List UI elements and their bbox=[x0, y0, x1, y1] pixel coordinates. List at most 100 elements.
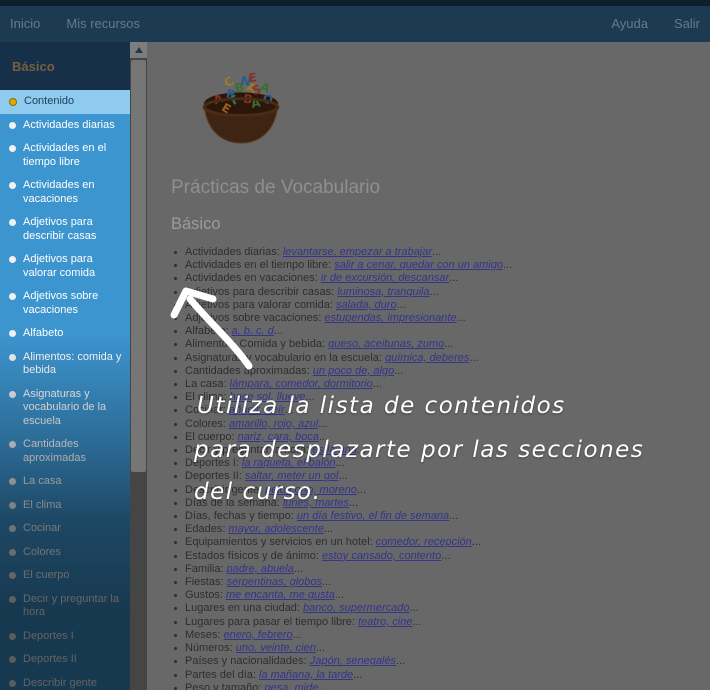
vocab-topic-row: Países y nacionalidades: Japón, senegalé… bbox=[171, 655, 700, 668]
topic-example-links[interactable]: ir de excursión, descansar bbox=[321, 272, 449, 284]
sidebar-item-cantidades-aproximadas[interactable]: Cantidades aproximadas bbox=[0, 433, 130, 470]
topic-example-links[interactable]: lámpara, comedor, dormitorio bbox=[230, 378, 373, 390]
topic-example-links[interactable]: banco, supermercado bbox=[303, 602, 409, 614]
vocabulary-topic-list: Actividades diarias: levantarse, empezar… bbox=[171, 246, 700, 690]
sidebar-item-cocinar[interactable]: Cocinar bbox=[0, 517, 130, 541]
vocab-topic-row: Asignaturas y vocabulario en la escuela:… bbox=[171, 352, 700, 365]
topic-example-links[interactable]: amarillo, rojo, azul bbox=[229, 418, 318, 430]
topic-label: Estados físicos y de ánimo bbox=[185, 550, 316, 562]
vocab-topic-row: Actividades en el tiempo libre: salir a … bbox=[171, 259, 700, 272]
topic-example-links[interactable]: pesa, mide bbox=[265, 682, 319, 690]
nav-item: Ayuda bbox=[611, 15, 648, 33]
topic-example-links[interactable]: estupendas, impresionante bbox=[324, 312, 456, 324]
topic-example-links[interactable]: química, deberes bbox=[385, 352, 469, 364]
bullet-icon bbox=[9, 572, 16, 579]
topic-example-links[interactable]: teatro, cine bbox=[358, 616, 412, 628]
topic-example-links[interactable]: levantarse, empezar a trabajar bbox=[283, 246, 432, 258]
topic-ellipsis: ... bbox=[373, 378, 382, 390]
scrollbar-thumb[interactable] bbox=[131, 60, 146, 472]
topic-label: Actividades en el tiempo libre bbox=[185, 259, 328, 271]
topic-example-links[interactable]: comedor, recepción bbox=[376, 536, 472, 548]
topic-example-links[interactable]: serpentinas, globos bbox=[227, 576, 322, 588]
topic-label: Edades bbox=[185, 523, 222, 535]
topic-ellipsis: ... bbox=[294, 563, 303, 575]
vocab-topic-row: Números: uno, veinte, cien... bbox=[171, 642, 700, 655]
vocab-topic-row: Estados físicos y de ánimo: estoy cansad… bbox=[171, 550, 700, 563]
sidebar-item-label: Actividades diarias bbox=[23, 119, 115, 133]
topic-ellipsis: ... bbox=[449, 510, 458, 522]
topic-example-links[interactable]: padre, abuela bbox=[227, 563, 294, 575]
topic-label: Lugares para pasar el tiempo libre bbox=[185, 616, 352, 628]
sidebar-item-label: Alimentos: comida y bebida bbox=[23, 351, 124, 378]
topic-example-links[interactable]: un día festivo, el fin de semana bbox=[297, 510, 449, 522]
topic-ellipsis: ... bbox=[335, 589, 344, 601]
nav-link-ayuda[interactable]: Ayuda bbox=[611, 16, 648, 31]
sidebar-item-deportes-ii[interactable]: Deportes II bbox=[0, 648, 130, 672]
sidebar-item-contenido[interactable]: Contenido bbox=[0, 90, 130, 114]
topic-label: Adjetivos para describir casas bbox=[185, 286, 331, 298]
sidebar-item-alimentos-comida-y-bebida[interactable]: Alimentos: comida y bebida bbox=[0, 346, 130, 383]
topic-ellipsis: ... bbox=[430, 286, 439, 298]
sidebar-item-el-clima[interactable]: El clima bbox=[0, 494, 130, 518]
topic-ellipsis: ... bbox=[394, 365, 403, 377]
topic-example-links[interactable]: a, b, c, d bbox=[232, 325, 274, 337]
topic-label: Números bbox=[185, 642, 230, 654]
svg-text:E: E bbox=[248, 70, 258, 85]
sidebar-item-asignaturas-y-vocabulario-de-la-escuela[interactable]: Asignaturas y vocabulario de la escuela bbox=[0, 383, 130, 434]
sidebar-item-la-casa[interactable]: La casa bbox=[0, 470, 130, 494]
vocab-topic-row: Lugares para pasar el tiempo libre: teat… bbox=[171, 616, 700, 629]
sidebar-item-alfabeto[interactable]: Alfabeto bbox=[0, 322, 130, 346]
topic-example-links[interactable]: un poco de, algo bbox=[313, 365, 394, 377]
sidebar-item-el-cuerpo[interactable]: El cuerpo bbox=[0, 564, 130, 588]
sidebar-item-label: Describir gente bbox=[23, 677, 97, 690]
vocab-topic-row: Cantidades aproximadas: un poco de, algo… bbox=[171, 365, 700, 378]
vocab-topic-row: Fiestas: serpentinas, globos... bbox=[171, 576, 700, 589]
sidebar-item-label: Deportes II bbox=[23, 653, 77, 667]
topic-ellipsis: ... bbox=[349, 497, 358, 509]
topic-example-links[interactable]: queso, aceitunas, zumo bbox=[328, 338, 444, 350]
sidebar-item-colores[interactable]: Colores bbox=[0, 541, 130, 565]
bullet-icon bbox=[9, 478, 16, 485]
vocab-topic-row: Actividades diarias: levantarse, empezar… bbox=[171, 246, 700, 259]
sidebar-item-describir-gente[interactable]: Describir gente bbox=[0, 672, 130, 690]
nav-link-inicio[interactable]: Inicio bbox=[10, 16, 40, 31]
tutorial-text-line-2: para desplazarte por las secciones bbox=[194, 437, 644, 463]
topic-ellipsis: ... bbox=[472, 536, 481, 548]
scrollbar-up-button[interactable] bbox=[130, 42, 147, 58]
topic-example-links[interactable]: uno, veinte, cien bbox=[236, 642, 316, 654]
nav-link-mis-recursos[interactable]: Mis recursos bbox=[66, 16, 140, 31]
sidebar-item-adjetivos-sobre-vacaciones[interactable]: Adjetivos sobre vacaciones bbox=[0, 285, 130, 322]
topic-ellipsis: ... bbox=[469, 352, 478, 364]
topic-ellipsis: ... bbox=[274, 325, 283, 337]
topic-ellipsis: ... bbox=[432, 246, 441, 258]
sidebar-scrollbar[interactable] bbox=[130, 42, 147, 690]
vocab-topic-row: Meses: enero, febrero... bbox=[171, 629, 700, 642]
vocab-topic-row: Lugares en una ciudad: banco, supermerca… bbox=[171, 602, 700, 615]
sidebar-item-adjetivos-para-valorar-comida[interactable]: Adjetivos para valorar comida bbox=[0, 248, 130, 285]
bullet-icon bbox=[9, 391, 16, 398]
topic-ellipsis: ... bbox=[457, 312, 466, 324]
bullet-icon bbox=[9, 549, 16, 556]
sidebar-item-actividades-en-el-tiempo-libre[interactable]: Actividades en el tiempo libre bbox=[0, 137, 130, 174]
sidebar-item-actividades-diarias[interactable]: Actividades diarias bbox=[0, 114, 130, 138]
vocab-topic-row: Adjetivos para valorar comida: salada, d… bbox=[171, 299, 700, 312]
topic-example-links[interactable]: la mañana, la tarde bbox=[259, 669, 353, 681]
topic-example-links[interactable]: mayor, adolescente bbox=[228, 523, 323, 535]
topic-example-links[interactable]: salir a cenar, quedar con un amigo bbox=[334, 259, 503, 271]
sidebar-item-actividades-en-vacaciones[interactable]: Actividades en vacaciones bbox=[0, 174, 130, 211]
topic-label: Cantidades aproximadas bbox=[185, 365, 307, 377]
tutorial-text-line-3: del curso. bbox=[194, 479, 322, 505]
topic-example-links[interactable]: estoy cansado, contento bbox=[322, 550, 441, 562]
sidebar-item-adjetivos-para-describir-casas[interactable]: Adjetivos para describir casas bbox=[0, 211, 130, 248]
sidebar-item-deportes-i[interactable]: Deportes I bbox=[0, 625, 130, 649]
topic-label: Colores bbox=[185, 418, 223, 430]
topic-example-links[interactable]: salada, duro bbox=[336, 299, 397, 311]
nav-link-salir[interactable]: Salir bbox=[674, 16, 700, 31]
topic-example-links[interactable]: Japón, senegalés bbox=[310, 655, 396, 667]
sidebar-item-label: Decir y preguntar la hora bbox=[23, 593, 124, 620]
sidebar-item-decir-y-preguntar-la-hora[interactable]: Decir y preguntar la hora bbox=[0, 588, 130, 625]
nav-item: Inicio bbox=[10, 15, 40, 33]
topic-example-links[interactable]: luminosa, tranquila bbox=[337, 286, 429, 298]
topic-example-links[interactable]: me encanta, me gusta bbox=[226, 589, 335, 601]
topic-example-links[interactable]: enero, febrero bbox=[224, 629, 293, 641]
